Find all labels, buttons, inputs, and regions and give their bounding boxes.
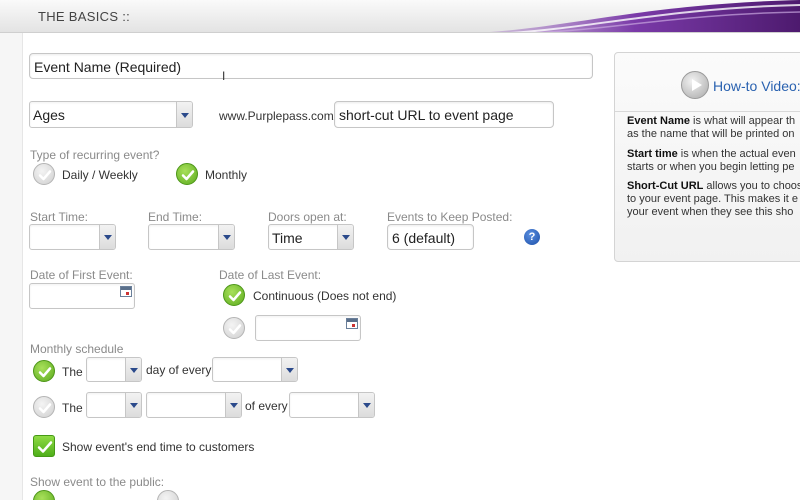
show-end-time-label: Show event's end time to customers (62, 440, 255, 454)
chevron-down-icon (99, 225, 115, 249)
play-icon[interactable] (681, 71, 709, 99)
section-title: THE BASICS :: (38, 9, 131, 24)
start-time-label: Start Time: (30, 210, 89, 224)
week-ordinal-select[interactable] (86, 392, 142, 418)
chevron-down-icon (225, 393, 241, 417)
monthly-row1-the: The (62, 365, 83, 379)
continuous-radio[interactable] (223, 284, 245, 306)
chevron-down-icon (218, 225, 234, 249)
howto-video-link[interactable]: How-to Video: (713, 78, 800, 94)
help-text: your event when they see this sho (627, 206, 794, 218)
help-paragraph: Event Name is what will appear th as the… (627, 115, 795, 141)
help-term: Short-Cut URL (627, 180, 704, 192)
doors-open-select[interactable]: Time (268, 224, 354, 250)
calendar-icon[interactable] (120, 286, 132, 297)
shortcut-url-input[interactable]: short-cut URL to event page (334, 101, 554, 128)
help-icon[interactable]: ? (524, 229, 540, 245)
events-to-keep-label: Events to Keep Posted: (387, 210, 513, 224)
monthly-row2-radio[interactable] (33, 396, 55, 418)
monthly-row2-the: The (62, 401, 83, 415)
monthly-schedule-label: Monthly schedule (30, 342, 124, 356)
monthly-radio[interactable] (176, 163, 198, 185)
daily-weekly-label: Daily / Weekly (62, 168, 138, 182)
help-text: is what will appear th (689, 115, 796, 127)
check-icon (228, 324, 242, 335)
check-icon (38, 403, 52, 414)
start-time-select[interactable] (29, 224, 116, 250)
check-icon (38, 367, 52, 378)
chevron-down-icon (358, 393, 374, 417)
events-to-keep-input[interactable]: 6 (default) (387, 224, 474, 250)
end-date-radio[interactable] (223, 317, 245, 339)
last-event-date-input[interactable] (255, 315, 361, 341)
check-icon (181, 170, 195, 181)
chevron-down-icon (176, 102, 192, 127)
show-end-time-checkbox[interactable] (33, 435, 55, 457)
text-cursor-icon: I (222, 69, 226, 83)
help-text: as the name that will be printed on (627, 128, 795, 140)
ages-select-value: Ages (33, 107, 65, 123)
check-icon (38, 170, 52, 181)
panel-divider (615, 111, 800, 112)
help-text: allows you to choos (703, 180, 800, 192)
first-event-date-input[interactable] (29, 283, 135, 309)
continuous-label: Continuous (Does not end) (253, 289, 397, 303)
month-interval-select-2[interactable] (289, 392, 375, 418)
monthly-row1-radio[interactable] (33, 360, 55, 382)
help-text: starts or when you begin letting pe (627, 161, 795, 173)
event-name-input[interactable]: Event Name (Required) (29, 53, 593, 79)
of-every-label: of every (245, 399, 288, 413)
help-side-panel: How-to Video: Event Name is what will ap… (614, 52, 800, 262)
check-icon (228, 291, 242, 302)
doors-open-value: Time (272, 230, 303, 246)
day-number-select[interactable] (86, 357, 142, 382)
url-prefix: www.Purplepass.com/ (219, 109, 338, 123)
help-paragraph: Start time is when the actual even start… (627, 148, 796, 174)
help-text: is when the actual even (677, 148, 796, 160)
chevron-down-icon (337, 225, 353, 249)
end-time-label: End Time: (148, 210, 203, 224)
first-event-label: Date of First Event: (30, 268, 133, 282)
daily-weekly-radio[interactable] (33, 163, 55, 185)
calendar-icon[interactable] (346, 318, 358, 329)
help-text: to your event page. This makes it e (627, 193, 798, 205)
recurring-type-label: Type of recurring event? (30, 148, 160, 162)
help-paragraph: Short-Cut URL allows you to choos to you… (627, 180, 800, 219)
month-interval-select[interactable] (212, 357, 298, 382)
help-term: Start time (627, 148, 678, 160)
weekday-select[interactable] (146, 392, 242, 418)
chevron-down-icon (125, 393, 141, 417)
chevron-down-icon (281, 358, 297, 381)
purple-swoosh-graphic (488, 0, 800, 32)
day-of-every-label: day of every (146, 363, 212, 377)
chevron-down-icon (125, 358, 141, 381)
help-term: Event Name (627, 115, 690, 127)
last-event-label: Date of Last Event: (219, 268, 322, 282)
show-public-label: Show event to the public: (30, 475, 165, 489)
section-header: THE BASICS :: (0, 0, 800, 33)
check-icon (37, 441, 53, 453)
ages-select[interactable]: Ages (29, 101, 193, 128)
end-time-select[interactable] (148, 224, 235, 250)
doors-open-label: Doors open at: (268, 210, 347, 224)
monthly-label: Monthly (205, 168, 248, 182)
